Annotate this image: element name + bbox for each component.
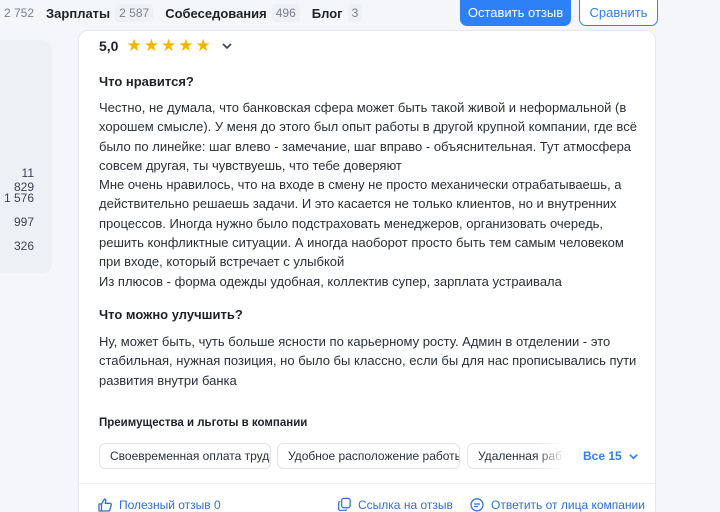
star-icon: ★ [178, 36, 194, 55]
review-link-button[interactable]: Ссылка на отзыв [337, 497, 453, 512]
tab-salaries-count: 2 587 [115, 4, 154, 22]
benefits-more-label: Все 15 [583, 449, 622, 463]
text-line: действительно решаешь задачи. И это каса… [99, 196, 617, 212]
sidebar-stat: 1 576 [3, 191, 34, 205]
likes-heading: Что нравится? [99, 74, 194, 89]
improve-text: Ну, может быть, чуть больше ясности по к… [99, 332, 643, 390]
tab-interviews[interactable]: Собеседования 496 [165, 4, 300, 22]
sidebar-stat: 11 829 [13, 166, 34, 194]
tab-interviews-label: Собеседования [165, 5, 267, 21]
tab-interviews-count: 496 [271, 4, 300, 22]
thumbs-up-icon [98, 498, 112, 512]
leave-review-button[interactable]: Оставить отзыв [460, 0, 571, 26]
reply-company-button[interactable]: Ответить от лица компании [469, 497, 645, 512]
improve-heading: Что можно улучшить? [99, 307, 243, 322]
divider [79, 483, 655, 484]
benefits-heading: Преимущества и льготы в компании [99, 417, 308, 429]
sidebar-stat: 997 [13, 215, 34, 229]
tab-blog-label: Блог [311, 5, 343, 21]
chevron-down-icon [628, 453, 638, 460]
text-line: Из плюсов - форма одежды удобная, коллек… [99, 273, 562, 289]
text-line: процессов. Иногда нужно было подстрахова… [99, 215, 604, 231]
review-rating[interactable]: 5,0 ★ ★ ★ ★ ★ [99, 37, 643, 54]
sidebar-stat: 326 [13, 239, 34, 253]
text-line: хорошем смысле). У меня до этого был опы… [99, 119, 637, 135]
text-line: развития внутри банка [99, 372, 237, 388]
benefits-more-button[interactable]: Все 15 [583, 449, 639, 463]
review-link-label: Ссылка на отзыв [358, 497, 453, 512]
chevron-down-icon[interactable] [221, 40, 233, 52]
tab-reviews[interactable]: 2 752 [4, 6, 34, 20]
text-line: совсем другая, ты чувствуешь, что тебе д… [99, 157, 402, 173]
benefit-chip[interactable]: Удобное расположение работы [277, 443, 460, 469]
compare-button[interactable]: Сравнить [579, 0, 658, 26]
likes-text: Честно, не думала, что банковская сфера … [99, 98, 643, 291]
tab-blog-count: 3 [347, 4, 363, 22]
star-icon: ★ [126, 36, 142, 55]
tab-salaries[interactable]: Зарплаты 2 587 [46, 4, 154, 22]
tab-salaries-label: Зарплаты [46, 5, 111, 21]
useful-review-label: Полезный отзыв 0 [119, 498, 221, 512]
tab-blog[interactable]: Блог 3 [311, 4, 363, 22]
useful-review-button[interactable]: Полезный отзыв 0 [97, 497, 221, 512]
text-line: Ну, может быть, чуть больше ясности по к… [99, 334, 611, 349]
text-line: при входе, который встречает с улыбкой [99, 254, 345, 270]
text-line: Мне очень нравилось, что на входе в смен… [99, 177, 622, 193]
rating-stars: ★ ★ ★ ★ ★ [126, 37, 212, 54]
reply-company-label: Ответить от лица компании [491, 498, 645, 512]
star-icon: ★ [143, 36, 159, 55]
benefit-chip[interactable]: Своевременная оплата труда [99, 443, 271, 469]
text-line: Честно, не думала, что банковская сфера … [99, 100, 627, 115]
star-icon: ★ [195, 36, 211, 55]
copy-link-icon [338, 497, 351, 511]
chat-bubble-icon [470, 498, 484, 512]
benefit-chip[interactable]: Удаленная раб [467, 443, 565, 469]
review-card: 5,0 ★ ★ ★ ★ ★ Что нравится? Честно, не д… [78, 30, 656, 512]
text-line: стабильная, нужная позиция, но было бы к… [99, 353, 637, 369]
text-line: решить конфликтные ситуации. А иногда на… [99, 235, 624, 251]
text-line: было по линейке: шаг влево - замечание, … [99, 138, 632, 154]
tab-reviews-count: 2 752 [4, 6, 35, 20]
star-icon: ★ [160, 36, 177, 55]
rating-value: 5,0 [99, 37, 119, 54]
